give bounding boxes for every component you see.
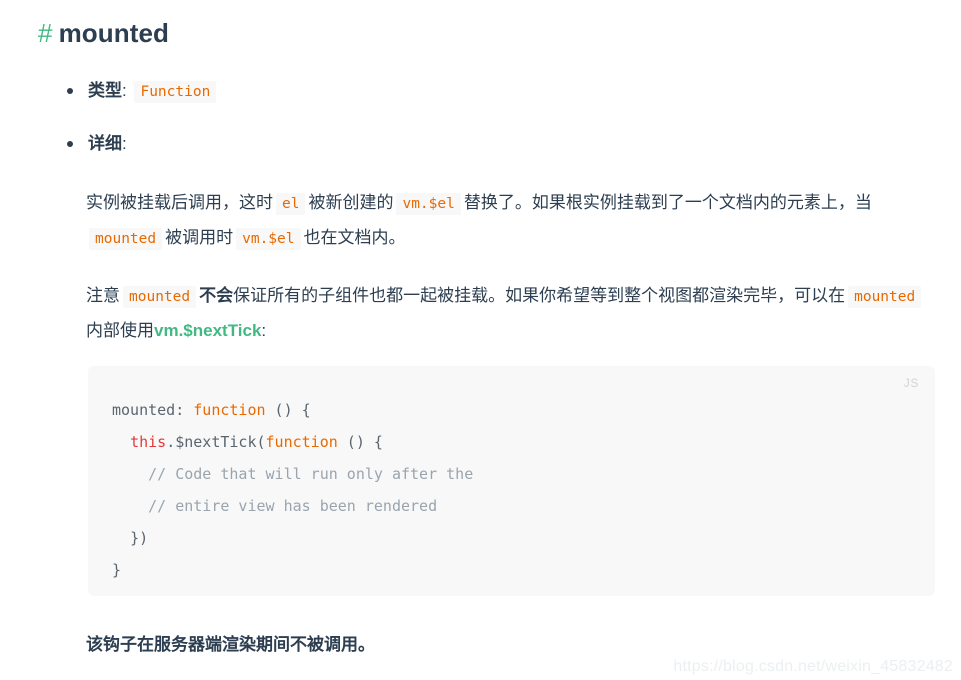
code-comment-line-1: // Code that will run only after the bbox=[148, 465, 474, 483]
code-comment-line-2: // entire view has been rendered bbox=[148, 497, 438, 515]
code-token-paren-2: () { bbox=[337, 433, 383, 451]
watermark-url: https://blog.csdn.net/weixin_45832482 bbox=[673, 658, 953, 675]
para1-text3: 替换了。如果根实例挂载到了一个文档内的元素上，当 bbox=[463, 193, 872, 212]
code-token-mounted-key: mounted: bbox=[112, 401, 194, 419]
code-token-function-1: function bbox=[193, 401, 266, 419]
para2-bold-emphasis: 不会 bbox=[199, 286, 234, 305]
inline-code-el: el bbox=[276, 193, 306, 215]
code-token-nexttick-call: .$nextTick( bbox=[166, 433, 266, 451]
document-page: # mounted 类型: Function 详细: 实例被挂载后调用，这时 el 被… bbox=[0, 0, 961, 680]
code-content[interactable]: mounted: function () { this.$nextTick(fu… bbox=[88, 366, 935, 586]
para1-text4: 被调用时 bbox=[165, 228, 234, 247]
list-item: 详细: bbox=[64, 129, 944, 159]
para1-text5: 也在文档内。 bbox=[303, 228, 406, 247]
para2-text3: 内部使用 bbox=[86, 321, 154, 340]
para2-text2: 保证所有的子组件也都一起被挂载。如果你希望等到整个视图都渲染完毕，可以在 bbox=[233, 286, 846, 305]
heading-text: mounted bbox=[58, 18, 170, 48]
para1-text2: 被新创建的 bbox=[308, 193, 394, 212]
bullet-label-type: 类型 bbox=[88, 81, 122, 100]
bullet-colon: : bbox=[122, 81, 127, 100]
bullet-label-detail: 详细 bbox=[88, 134, 122, 153]
heading-anchor-icon[interactable]: # bbox=[38, 18, 53, 48]
para2-text1: 注意 bbox=[86, 286, 120, 305]
code-block: JS mounted: function () { this.$nextTick… bbox=[88, 366, 935, 596]
link-vm-nexttick[interactable]: vm.$nextTick bbox=[154, 321, 261, 340]
inline-code-mounted: mounted bbox=[89, 228, 163, 250]
page-title: # mounted bbox=[38, 18, 169, 49]
closing-note: 该钩子在服务器端渲染期间不被调用。 bbox=[86, 635, 375, 654]
inline-code-vm-el-2: vm.$el bbox=[236, 228, 301, 250]
code-token-close-outer: } bbox=[112, 561, 122, 579]
code-token-close-inner: }) bbox=[130, 529, 149, 547]
property-list: 类型: Function 详细: bbox=[64, 76, 944, 181]
paragraph-description: 实例被挂载后调用，这时 el 被新创建的 vm.$el 替换了。如果根实例挂载到了一个文… bbox=[86, 186, 940, 256]
inline-code-vm-el: vm.$el bbox=[396, 193, 461, 215]
paragraph-note: 注意 mounted 不会保证所有的子组件也都一起被挂载。如果你希望等到整个视图都渲… bbox=[86, 279, 940, 347]
para2-text4: : bbox=[261, 321, 267, 340]
code-token-this: this bbox=[130, 433, 167, 451]
para1-text1: 实例被挂载后调用，这时 bbox=[86, 193, 273, 212]
inline-code-function: Function bbox=[134, 81, 217, 103]
inline-code-mounted-2: mounted bbox=[123, 286, 197, 308]
inline-code-mounted-3: mounted bbox=[848, 286, 922, 308]
code-language-label: JS bbox=[903, 376, 919, 390]
detail-section: 实例被挂载后调用，这时 el 被新创建的 vm.$el 替换了。如果根实例挂载到了一个文… bbox=[86, 186, 940, 370]
code-token-function-2: function bbox=[265, 433, 338, 451]
code-token-paren-1: () { bbox=[265, 401, 311, 419]
list-item: 类型: Function bbox=[64, 76, 944, 107]
bullet-colon: : bbox=[122, 134, 127, 153]
